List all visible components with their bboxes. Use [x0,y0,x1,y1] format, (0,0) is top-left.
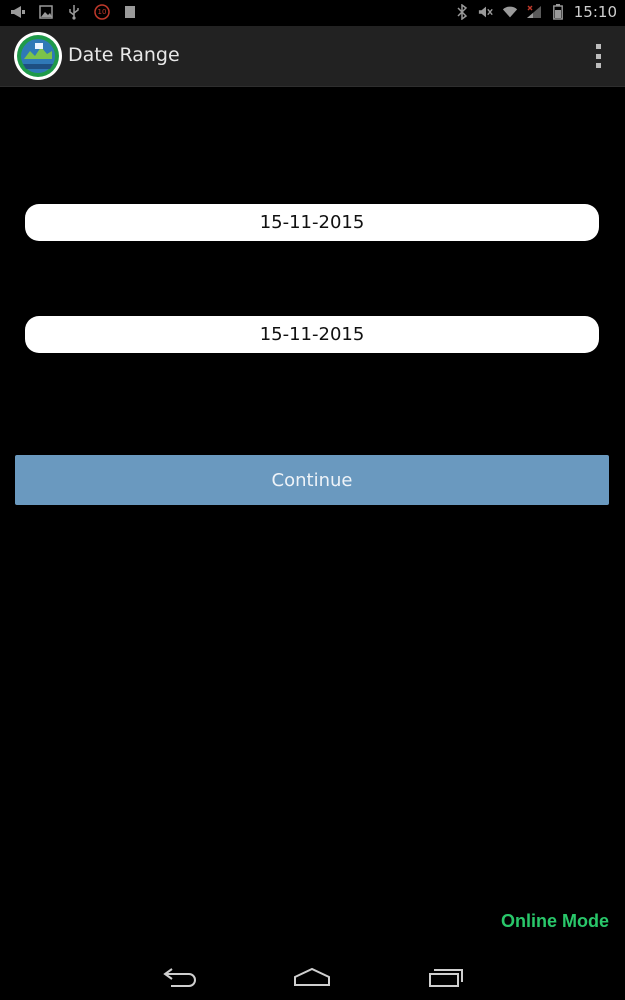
page-title: Date Range [68,44,180,66]
action-bar: Date Range [0,26,625,87]
signal-icon [526,4,542,20]
image-icon [38,4,54,20]
status-right-icons: 15:10 [454,3,617,21]
menu-dot [595,53,601,59]
back-icon[interactable] [155,962,205,992]
app-logo-icon[interactable] [13,31,63,81]
notification-10-icon: 10 [94,4,110,20]
online-mode-label: Online Mode [501,911,609,931]
storage-icon [122,4,138,20]
mute-icon [478,4,494,20]
wifi-icon [502,4,518,20]
start-date-field[interactable]: 15-11-2015 [25,204,599,241]
navigation-bar [0,952,625,1000]
notification-badge-count: 10 [97,8,107,16]
home-icon[interactable] [287,962,337,992]
status-left-icons: 10 [10,4,138,20]
usb-icon [66,4,82,20]
menu-dot [595,44,601,49]
megaphone-icon [10,4,26,20]
overflow-menu-icon[interactable] [593,44,603,68]
continue-button[interactable]: Continue [15,455,609,505]
status-time: 15:10 [573,3,617,21]
menu-dot [595,63,601,68]
bluetooth-icon [454,4,470,20]
recents-icon[interactable] [421,962,471,992]
battery-icon [550,4,566,20]
end-date-field[interactable]: 15-11-2015 [25,316,599,353]
status-bar: 10 15:10 [0,0,625,26]
